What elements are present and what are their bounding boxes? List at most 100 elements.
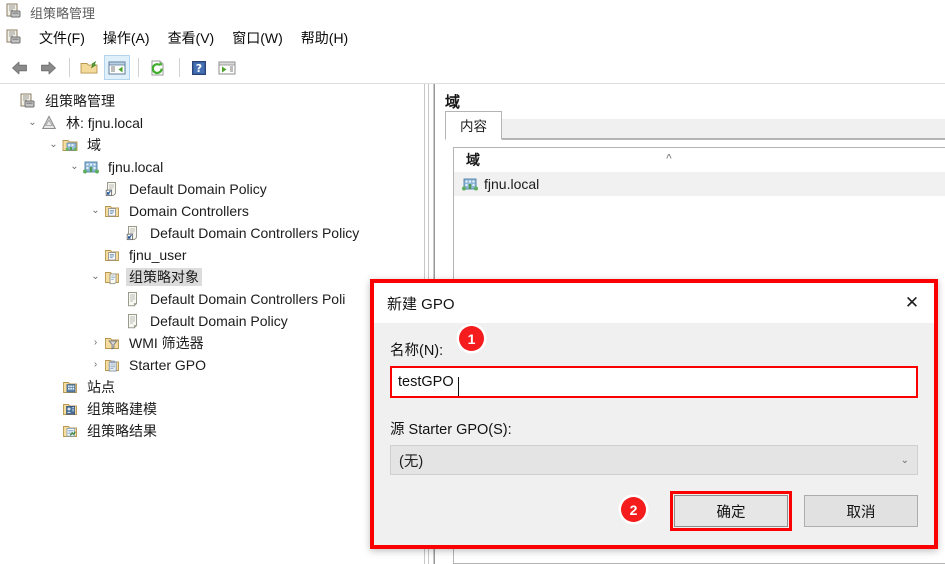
gpo-icon — [124, 291, 142, 307]
column-header-label: 域 — [466, 152, 480, 168]
menu-window[interactable]: 窗口(W) — [223, 25, 292, 51]
results-icon — [61, 423, 79, 439]
forward-arrow-icon[interactable] — [35, 55, 61, 80]
sites-icon — [61, 379, 79, 395]
title-bar: 组策略管理 — [0, 0, 945, 24]
chevron-down-icon[interactable]: ⌄ — [25, 118, 40, 128]
close-icon[interactable]: ✕ — [890, 283, 934, 323]
tree-item[interactable]: 组策略建模 — [0, 398, 424, 420]
dialog-body: 名称(N): 源 Starter GPO(S): (无) ⌄ — [374, 323, 934, 475]
name-input[interactable] — [390, 366, 918, 398]
sort-ascending-icon: ^ — [666, 153, 672, 164]
tree-item-label: 组策略结果 — [87, 423, 157, 439]
tree-item[interactable]: Default Domain Controllers Poli — [0, 288, 424, 310]
tree-item-label: fjnu.local — [108, 159, 164, 175]
help-icon[interactable]: ? — [186, 55, 212, 80]
chevron-right-icon[interactable]: › — [88, 360, 103, 370]
chevron-down-icon: ⌄ — [900, 454, 909, 466]
domain-icon — [82, 159, 100, 175]
domains-folder-icon — [61, 137, 79, 153]
dialog-title-bar: 新建 GPO ✕ — [374, 283, 934, 323]
gpo-icon — [124, 313, 142, 329]
tree-item-label: fjnu_user — [129, 247, 187, 263]
menu-item-list: 文件(F) 操作(A) 查看(V) 窗口(W) 帮助(H) — [30, 25, 357, 51]
tree-item-label: 组策略管理 — [45, 93, 115, 109]
toolbar-separator — [69, 58, 70, 77]
gpmc-console-icon — [6, 3, 22, 22]
console-tree-panel[interactable]: 组策略管理 ⌄ 林: fjnu.local ⌄ 域 ⌄ fjnu.local Default … — [0, 84, 424, 564]
list-item-label: fjnu.local — [484, 176, 540, 192]
starter-gpo-value: (无) — [399, 453, 424, 470]
menu-file[interactable]: 文件(F) — [30, 25, 94, 51]
tree-item-label: Domain Controllers — [129, 203, 249, 219]
menu-bar: 文件(F) 操作(A) 查看(V) 窗口(W) 帮助(H) — [0, 24, 945, 52]
tree-item[interactable]: 站点 — [0, 376, 424, 398]
refresh-icon[interactable] — [145, 55, 171, 80]
tree-item-label: Starter GPO — [129, 357, 207, 373]
results-tabstrip: 内容 — [445, 111, 945, 140]
toolbar-separator — [179, 58, 180, 77]
tree-item-label: Default Domain Policy — [150, 313, 288, 329]
text-caret — [458, 377, 459, 396]
tree-item[interactable]: Default Domain Policy — [0, 310, 424, 332]
domain-icon — [462, 176, 478, 192]
tree-item-label: 站点 — [87, 379, 115, 395]
tree-item[interactable]: Default Domain Controllers Policy — [0, 222, 424, 244]
ou-icon — [103, 203, 121, 219]
tree-item-label: 域 — [87, 137, 101, 153]
up-folder-icon[interactable] — [76, 55, 102, 80]
tree-item[interactable]: 组策略管理 — [0, 90, 424, 112]
chevron-right-icon[interactable]: › — [88, 338, 103, 348]
new-gpo-dialog: 新建 GPO ✕ 名称(N): 源 Starter GPO(S): (无) ⌄ … — [370, 279, 938, 549]
gpo-container-icon — [103, 269, 121, 285]
tabstrip-filler — [502, 119, 945, 139]
svg-text:?: ? — [196, 62, 202, 75]
back-arrow-icon[interactable] — [7, 55, 33, 80]
tree-item[interactable]: › Starter GPO — [0, 354, 424, 376]
menu-action[interactable]: 操作(A) — [94, 25, 159, 51]
tree-item-label: WMI 筛选器 — [129, 335, 204, 351]
list-item[interactable]: fjnu.local — [454, 172, 945, 196]
dialog-button-row: 确定 取消 — [670, 491, 918, 531]
chevron-down-icon[interactable]: ⌄ — [88, 272, 103, 282]
tree-item[interactable]: ⌄ fjnu.local — [0, 156, 424, 178]
tree-item[interactable]: ⌄ Domain Controllers — [0, 200, 424, 222]
ou-icon — [103, 247, 121, 263]
tree-item[interactable]: ⌄ 组策略对象 — [0, 266, 424, 288]
toolbar: ? — [0, 52, 945, 84]
ok-button[interactable]: 确定 — [674, 495, 788, 527]
tree-item[interactable]: Default Domain Policy — [0, 178, 424, 200]
show-action-pane-icon[interactable] — [214, 55, 240, 80]
tree-item[interactable]: fjnu_user — [0, 244, 424, 266]
cancel-button[interactable]: 取消 — [804, 495, 918, 527]
starter-gpo-icon — [103, 357, 121, 373]
dialog-title: 新建 GPO — [387, 295, 455, 313]
starter-gpo-label: 源 Starter GPO(S): — [390, 422, 512, 438]
results-panel-title: 域 — [445, 94, 461, 111]
tree-item-label: 林: fjnu.local — [66, 115, 144, 131]
tab-contents[interactable]: 内容 — [445, 111, 502, 140]
tree-item[interactable]: › WMI 筛选器 — [0, 332, 424, 354]
tree-item-label: Default Domain Controllers Poli — [150, 291, 346, 307]
list-column-header[interactable]: 域 ^ — [454, 148, 945, 172]
tree-item-label: Default Domain Controllers Policy — [150, 225, 360, 241]
gpo-link-icon — [103, 181, 121, 197]
tree-item[interactable]: 组策略结果 — [0, 420, 424, 442]
window-title: 组策略管理 — [30, 5, 96, 21]
wmi-filter-icon — [103, 335, 121, 351]
menu-help[interactable]: 帮助(H) — [292, 25, 357, 51]
modeling-icon — [61, 401, 79, 417]
gpmc-console-icon — [19, 93, 37, 109]
tree-item-label: Default Domain Policy — [129, 181, 267, 197]
tree-item[interactable]: ⌄ 林: fjnu.local — [0, 112, 424, 134]
starter-gpo-select[interactable]: (无) ⌄ — [390, 445, 918, 475]
menu-view[interactable]: 查看(V) — [159, 25, 224, 51]
show-hide-tree-icon[interactable] — [104, 55, 130, 80]
chevron-down-icon[interactable]: ⌄ — [46, 140, 61, 150]
chevron-down-icon[interactable]: ⌄ — [88, 206, 103, 216]
tree-item[interactable]: ⌄ 域 — [0, 134, 424, 156]
ok-button-highlight: 确定 — [670, 491, 792, 531]
chevron-down-icon[interactable]: ⌄ — [67, 162, 82, 172]
forest-icon — [40, 115, 58, 131]
gpo-link-icon — [124, 225, 142, 241]
